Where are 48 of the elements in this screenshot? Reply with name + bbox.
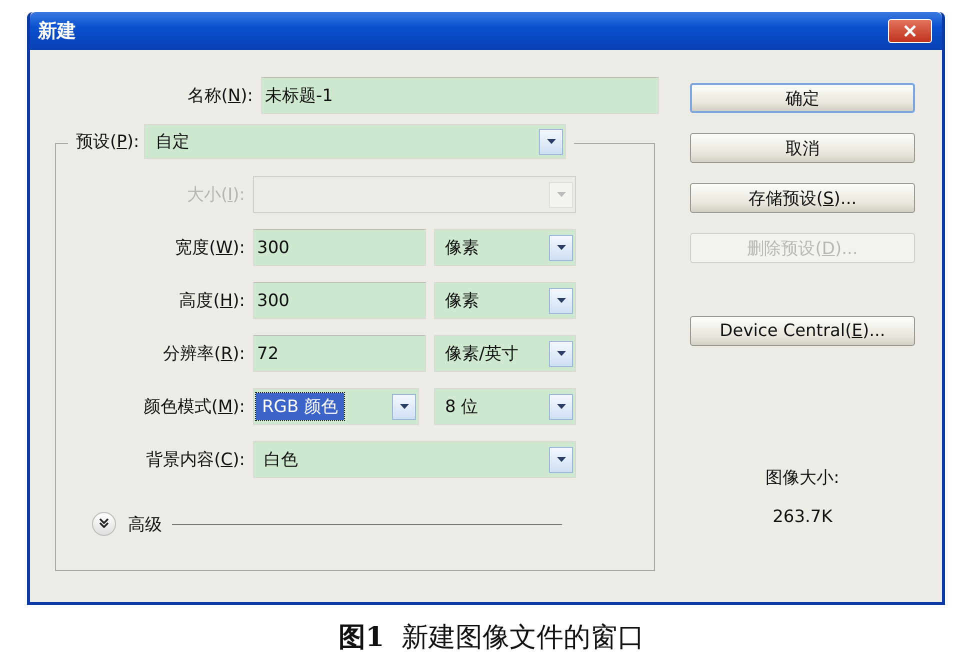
field-label: 预设(P): [75,131,140,153]
dropdown[interactable]: 白色 [253,441,576,478]
dialog-button[interactable]: Device Central(E)... [690,316,915,346]
caret-icon [400,404,408,409]
field-label: 名称(N): [186,85,254,107]
dialog-button[interactable]: 存储预设(S)... [690,183,915,213]
dropdown[interactable]: 像素/英寸 [434,335,576,372]
expand-button[interactable] [92,512,116,536]
dropdown-button[interactable] [549,446,573,472]
figure-caption: 图1 新建图像文件的窗口 [338,621,646,655]
chevron-icon [98,518,110,530]
field-label: 宽度(W): [174,237,246,259]
caret-icon [556,457,566,462]
dropdown[interactable]: 像素 [434,229,576,266]
dropdown[interactable]: 自定 [144,124,566,159]
input-field[interactable]: 300 [253,282,426,319]
caret-icon [546,139,556,144]
field-label: 背景内容(C): [145,449,246,471]
dialog-button: 删除预设(D)... [690,233,915,263]
dropdown-button[interactable] [539,128,564,154]
image-size-value: 263.7K [772,507,832,527]
caret-icon [556,192,566,197]
dialog-button[interactable]: 确定 [690,83,915,113]
image-size-label: 图像大小: [766,467,840,489]
dropdown-button[interactable] [549,234,573,260]
input-field[interactable]: 未标题-1 [261,77,659,114]
dropdown-button[interactable] [549,340,573,366]
dropdown[interactable]: 像素 [434,282,576,319]
caret-icon [556,404,566,409]
field-label: 大小(I): [186,184,246,206]
dropdown-button[interactable] [549,288,573,314]
caret-icon [556,351,566,356]
field-label: 分辨率(R): [162,343,246,365]
dropdown[interactable]: 8 位 [434,388,576,425]
field-label: 高度(H): [178,290,246,312]
caret-icon [556,245,566,250]
section-label: 高级 [128,514,162,536]
dropdown-button[interactable] [549,394,573,420]
dropdown[interactable]: RGB 颜色 [253,388,419,425]
field-label: 颜色模式(M): [142,396,246,418]
dropdown-button[interactable] [392,394,416,420]
caret-icon [556,298,566,303]
close-icon [902,24,918,38]
window-title: 新建 [38,19,76,44]
dialog-button[interactable]: 取消 [690,133,915,163]
input-field[interactable]: 300 [253,229,426,266]
close-button[interactable] [888,19,932,43]
input-field[interactable]: 72 [253,335,426,372]
